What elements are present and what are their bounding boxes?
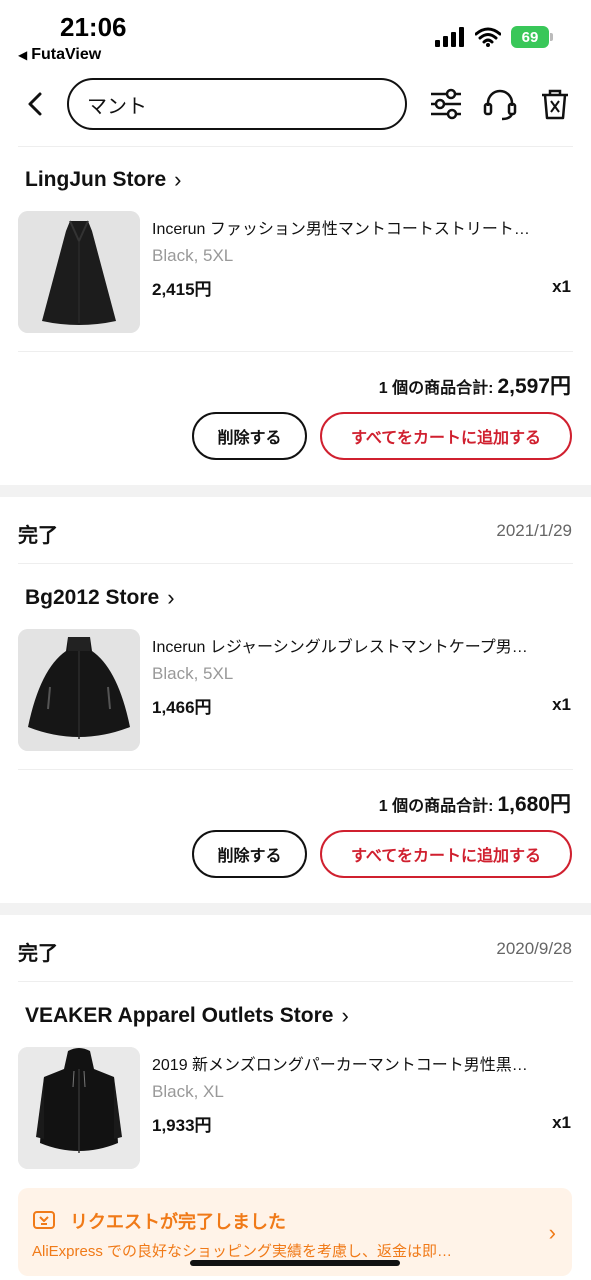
hooded-coat-image bbox=[18, 1047, 140, 1169]
status-bar: 21:06 ◀ FutaView 69 bbox=[0, 0, 591, 70]
order-total-label: 1 個の商品合計: bbox=[378, 380, 494, 397]
search-query: マント bbox=[87, 95, 147, 118]
product-title[interactable]: Incerun レジャーシングルブレストマントケープ男… bbox=[152, 633, 564, 657]
divider bbox=[18, 769, 573, 770]
back-triangle-icon: ◀ bbox=[18, 48, 28, 62]
section-separator bbox=[0, 903, 591, 915]
divider bbox=[18, 146, 573, 147]
banner-title: リクエストが完了しました bbox=[70, 1212, 286, 1232]
back-to-app-link[interactable]: ◀ FutaView bbox=[18, 46, 101, 64]
order-total-amount: 1,680円 bbox=[497, 793, 571, 816]
status-time: 21:06 bbox=[60, 12, 127, 42]
product-variant: Black, 5XL bbox=[152, 246, 234, 265]
order-total: 1 個の商品合計: 2,597円 bbox=[379, 370, 571, 400]
product-variant: Black, 5XL bbox=[152, 664, 234, 683]
wifi-icon bbox=[475, 27, 501, 47]
divider bbox=[18, 563, 573, 564]
store-link[interactable]: VEAKER Apparel Outlets Store › bbox=[25, 1003, 349, 1029]
cape-image bbox=[18, 629, 140, 751]
trash-icon[interactable] bbox=[537, 86, 573, 122]
store-name: VEAKER Apparel Outlets Store bbox=[25, 1004, 334, 1027]
product-thumbnail[interactable] bbox=[18, 1047, 140, 1169]
home-indicator[interactable] bbox=[190, 1260, 400, 1266]
product-quantity: x1 bbox=[552, 1113, 571, 1132]
search-input[interactable]: マント bbox=[67, 78, 407, 130]
product-thumbnail[interactable] bbox=[18, 629, 140, 751]
order-total: 1 個の商品合計: 1,680円 bbox=[379, 788, 571, 818]
order-history-screen: 21:06 ◀ FutaView 69 マント LingJun Store › … bbox=[0, 0, 591, 1280]
product-quantity: x1 bbox=[552, 277, 571, 296]
order-status: 完了 bbox=[18, 943, 58, 965]
product-thumbnail[interactable] bbox=[18, 211, 140, 333]
chevron-right-icon: › bbox=[341, 1003, 349, 1028]
section-separator bbox=[0, 485, 591, 497]
cape-coat-image bbox=[18, 211, 140, 333]
sliders-icon[interactable] bbox=[428, 86, 464, 122]
store-link[interactable]: Bg2012 Store › bbox=[25, 585, 175, 611]
order-date: 2020/9/28 bbox=[496, 939, 572, 958]
order-date: 2021/1/29 bbox=[496, 521, 572, 540]
banner-text: AliExpress での良好なショッピング実績を考慮し、返金は即… bbox=[32, 1243, 453, 1260]
battery-indicator: 69 bbox=[511, 26, 553, 48]
search-header: マント bbox=[0, 72, 591, 142]
order-total-amount: 2,597円 bbox=[497, 375, 571, 398]
product-variant: Black, XL bbox=[152, 1082, 224, 1101]
order-status: 完了 bbox=[18, 525, 58, 547]
headset-icon[interactable] bbox=[482, 86, 518, 122]
product-title[interactable]: Incerun ファッション男性マントコートストリート… bbox=[152, 215, 564, 239]
cellular-signal-icon bbox=[435, 27, 464, 47]
product-price: 1,466円 bbox=[152, 698, 212, 717]
chevron-left-icon[interactable] bbox=[22, 90, 50, 118]
back-app-label: FutaView bbox=[31, 46, 102, 63]
battery-level: 69 bbox=[521, 28, 539, 46]
chevron-right-icon: › bbox=[167, 585, 175, 610]
product-quantity: x1 bbox=[552, 695, 571, 714]
store-name: LingJun Store bbox=[25, 168, 167, 191]
chevron-right-icon: › bbox=[174, 167, 182, 192]
refund-icon bbox=[33, 1211, 55, 1229]
divider bbox=[18, 351, 573, 352]
product-price: 2,415円 bbox=[152, 280, 212, 299]
store-name: Bg2012 Store bbox=[25, 586, 160, 609]
delete-order-button[interactable]: 削除する bbox=[192, 830, 307, 878]
status-icons: 69 bbox=[435, 26, 553, 48]
add-all-to-cart-button[interactable]: すべてをカートに追加する bbox=[320, 830, 572, 878]
add-all-to-cart-button[interactable]: すべてをカートに追加する bbox=[320, 412, 572, 460]
chevron-right-icon: › bbox=[548, 1220, 556, 1245]
order-total-label: 1 個の商品合計: bbox=[378, 798, 494, 815]
divider bbox=[18, 981, 573, 982]
delete-order-button[interactable]: 削除する bbox=[192, 412, 307, 460]
store-link[interactable]: LingJun Store › bbox=[25, 167, 182, 193]
product-price: 1,933円 bbox=[152, 1116, 212, 1135]
product-title[interactable]: 2019 新メンズロングパーカーマントコート男性黒… bbox=[152, 1051, 564, 1075]
